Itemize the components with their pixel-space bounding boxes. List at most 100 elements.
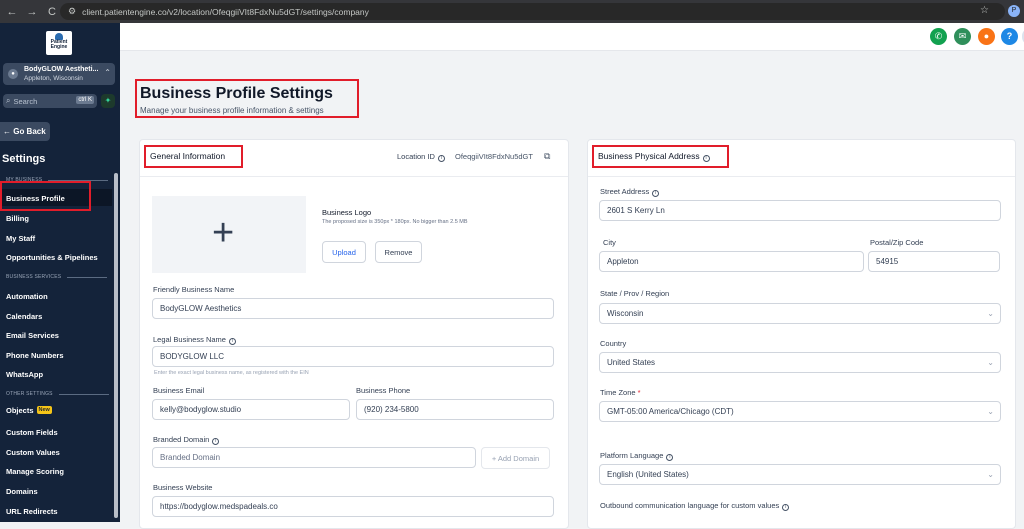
main-scrollbar[interactable] <box>1018 138 1024 522</box>
card-divider <box>588 176 1015 177</box>
city-field[interactable]: Appleton <box>599 251 864 272</box>
website-field[interactable]: https://bodyglow.medspadeals.co <box>152 496 554 517</box>
sidebar-item-whatsapp[interactable]: WhatsApp <box>6 370 43 379</box>
chevron-down-icon: ⌄ <box>987 358 994 367</box>
sidebar-item-my-staff[interactable]: My Staff <box>6 234 35 243</box>
section-label-business-services: BUSINESS SERVICES <box>6 274 108 280</box>
sidebar-item-phone-numbers[interactable]: Phone Numbers <box>6 351 64 360</box>
bookmark-star-icon[interactable]: ☆ <box>980 5 989 16</box>
logo-upload-area[interactable]: + <box>152 196 306 273</box>
country-select[interactable]: United States ⌄ <box>599 352 1001 373</box>
physical-address-title: Business Physical Address i <box>592 145 729 168</box>
forward-arrow-icon[interactable]: → <box>24 6 40 18</box>
add-domain-button[interactable]: + Add Domain <box>481 447 550 469</box>
bell-icon[interactable]: ● <box>978 28 995 45</box>
location-pin-icon: ● <box>8 69 18 79</box>
state-select[interactable]: Wisconsin ⌄ <box>599 303 1001 324</box>
url-text: client.patientengine.co/v2/location/Ofeq… <box>82 6 369 17</box>
phone-icon[interactable]: ✆ <box>930 28 947 45</box>
email-label: Business Email <box>153 386 205 395</box>
street-field[interactable]: 2601 S Kerry Ln <box>599 200 1001 221</box>
account-name: BodyGLOW Aestheti... <box>24 66 99 73</box>
legal-name-label: Legal Business Name i <box>153 335 236 345</box>
megaphone-icon[interactable]: ✉ <box>954 28 971 45</box>
sidebar-item-objects[interactable]: Objects New <box>6 406 52 415</box>
sidebar-item-url-redirects[interactable]: URL Redirects <box>6 507 58 516</box>
phone-field[interactable]: (920) 234-5800 <box>356 399 554 420</box>
logo-hint: The proposed size is 350px * 180px. No b… <box>322 219 468 225</box>
card-divider <box>140 176 568 177</box>
plus-icon: + <box>212 212 235 254</box>
country-label: Country <box>600 339 627 348</box>
chevron-down-icon: ⌄ <box>987 309 994 318</box>
info-icon: i <box>437 155 445 162</box>
info-icon: i <box>782 504 790 511</box>
sidebar-item-custom-fields[interactable]: Custom Fields <box>6 428 58 437</box>
remove-button[interactable]: Remove <box>375 241 422 263</box>
browser-toolbar: ← → C ⚙ client.patientengine.co/v2/locat… <box>0 0 1024 23</box>
phone-label: Business Phone <box>356 386 411 395</box>
chevron-updown-icon: ⌃ <box>104 68 111 77</box>
street-label: Street Address i <box>600 187 660 197</box>
legal-name-field[interactable]: BODYGLOW LLC <box>152 346 554 367</box>
account-location: Appleton, Wisconsin <box>24 75 83 82</box>
info-icon: i <box>212 438 220 445</box>
section-label-other-settings: OTHER SETTINGS <box>6 391 109 397</box>
new-badge: New <box>36 406 52 414</box>
search-input[interactable]: ⌕ Search ctrl K <box>3 94 97 108</box>
page-header: Business Profile Settings Manage your bu… <box>135 79 359 118</box>
sidebar-item-automation[interactable]: Automation <box>6 292 48 301</box>
sidebar-item-billing[interactable]: Billing <box>6 214 29 223</box>
shortcut-badge: ctrl K <box>76 96 94 104</box>
location-id-value: OfeqgiiVIt8FdxNu5dGT <box>455 152 533 161</box>
zip-field[interactable]: 54915 <box>868 251 1000 272</box>
timezone-label: Time Zone * <box>600 388 641 397</box>
help-icon[interactable]: ? <box>1001 28 1018 45</box>
website-label: Business Website <box>153 483 213 492</box>
friendly-name-field[interactable]: BodyGLOW Aesthetics <box>152 298 554 319</box>
sidebar-item-custom-values[interactable]: Custom Values <box>6 448 60 457</box>
location-id-label: Location ID i <box>397 152 445 162</box>
upload-button[interactable]: Upload <box>322 241 366 263</box>
ai-sparkle-button[interactable]: ✦ <box>101 94 115 108</box>
general-information-title: General Information <box>144 145 243 168</box>
info-icon: i <box>652 190 660 197</box>
site-settings-icon[interactable]: ⚙ <box>68 6 76 17</box>
sidebar-item-email-services[interactable]: Email Services <box>6 331 59 340</box>
friendly-name-label: Friendly Business Name <box>153 285 235 294</box>
sidebar: Patient Engine ● BodyGLOW Aestheti... Ap… <box>0 23 120 522</box>
account-switcher[interactable]: ● BodyGLOW Aestheti... Appleton, Wiscons… <box>3 63 115 85</box>
highlight-business-profile <box>0 181 91 211</box>
reload-icon[interactable]: C <box>44 6 60 18</box>
timezone-select[interactable]: GMT-05:00 America/Chicago (CDT) ⌄ <box>599 401 1001 422</box>
email-field[interactable]: kelly@bodyglow.studio <box>152 399 350 420</box>
sidebar-scrollbar[interactable] <box>114 173 118 518</box>
search-placeholder: Search <box>13 96 38 106</box>
chevron-down-icon: ⌄ <box>987 470 994 479</box>
sidebar-item-opportunities[interactable]: Opportunities & Pipelines <box>6 253 98 262</box>
top-header: ✆ ✉ ● ? <box>120 23 1024 51</box>
zip-label: Postal/Zip Code <box>870 238 924 247</box>
branded-domain-label: Branded Domain i <box>153 435 220 445</box>
branded-domain-field[interactable]: Branded Domain <box>152 447 476 468</box>
business-logo-label: Business Logo <box>322 208 372 217</box>
browser-profile-icon[interactable]: P <box>1008 5 1020 17</box>
page-subtitle: Manage your business profile information… <box>140 106 324 115</box>
go-back-button[interactable]: ← Go Back <box>0 122 50 141</box>
sidebar-item-domains[interactable]: Domains <box>6 487 38 496</box>
info-icon: i <box>666 454 674 461</box>
info-icon: i <box>228 338 236 345</box>
info-icon: i <box>702 155 710 162</box>
city-label: City <box>603 238 616 247</box>
search-icon: ⌕ <box>6 96 11 105</box>
sidebar-item-calendars[interactable]: Calendars <box>6 312 42 321</box>
back-arrow-icon[interactable]: ← <box>4 6 20 18</box>
sidebar-item-manage-scoring[interactable]: Manage Scoring <box>6 467 64 476</box>
outbound-language-label: Outbound communication language for cust… <box>600 501 790 511</box>
language-select[interactable]: English (United States) ⌄ <box>599 464 1001 485</box>
address-bar[interactable]: ⚙ client.patientengine.co/v2/location/Of… <box>60 3 1005 20</box>
language-label: Platform Language i <box>600 451 674 461</box>
settings-heading: Settings <box>2 153 46 165</box>
copy-icon[interactable]: ⧉ <box>544 151 550 162</box>
logo-text: Patient Engine <box>50 39 68 50</box>
